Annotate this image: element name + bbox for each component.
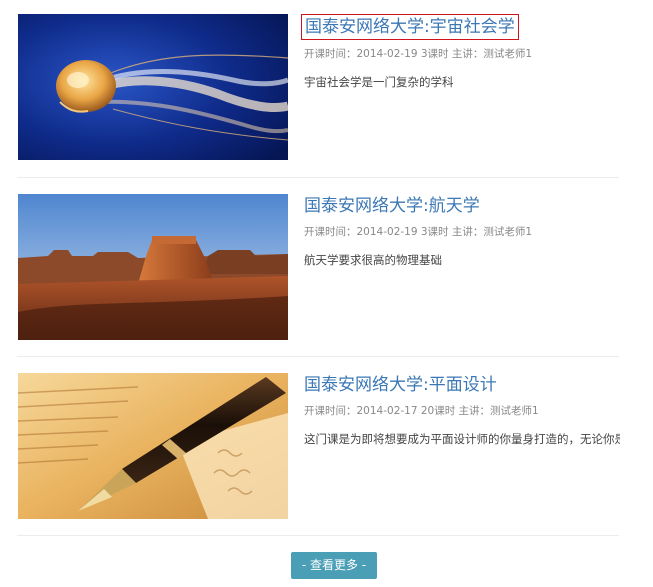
course-description: 航天学要求很高的物理基础 xyxy=(304,253,442,267)
course-item: 国泰安网络大学:航天学 开课时间：2014-02-19 3课时 主讲：测试老师1… xyxy=(17,194,619,354)
course-thumbnail-desert-mesa[interactable] xyxy=(18,194,288,340)
view-more-button[interactable]: - 查看更多 - xyxy=(291,552,377,579)
course-item: 国泰安网络大学:平面设计 开课时间：2014-02-17 20课时 主讲：测试老… xyxy=(17,373,620,533)
course-thumbnail-fountain-pen[interactable] xyxy=(18,373,288,519)
divider xyxy=(17,356,619,357)
course-title-link[interactable]: 国泰安网络大学:平面设计 xyxy=(301,373,500,397)
course-title-link[interactable]: 国泰安网络大学:宇宙社会学 xyxy=(301,14,519,40)
divider xyxy=(17,177,619,178)
divider xyxy=(17,535,619,536)
course-description: 宇宙社会学是一门复杂的学科 xyxy=(304,75,454,89)
course-title-link[interactable]: 国泰安网络大学:航天学 xyxy=(301,194,483,218)
course-item: 国泰安网络大学:宇宙社会学 开课时间：2014-02-19 3课时 主讲：测试老… xyxy=(17,14,619,174)
course-meta: 开课时间：2014-02-17 20课时 主讲：测试老师1 xyxy=(304,405,539,417)
course-thumbnail-jellyfish[interactable] xyxy=(18,14,288,160)
course-description: 这门课是为即将想要成为平面设计师的你量身打造的，无论你是 xyxy=(304,432,620,446)
course-meta: 开课时间：2014-02-19 3课时 主讲：测试老师1 xyxy=(304,226,533,238)
course-meta: 开课时间：2014-02-19 3课时 主讲：测试老师1 xyxy=(304,48,533,60)
